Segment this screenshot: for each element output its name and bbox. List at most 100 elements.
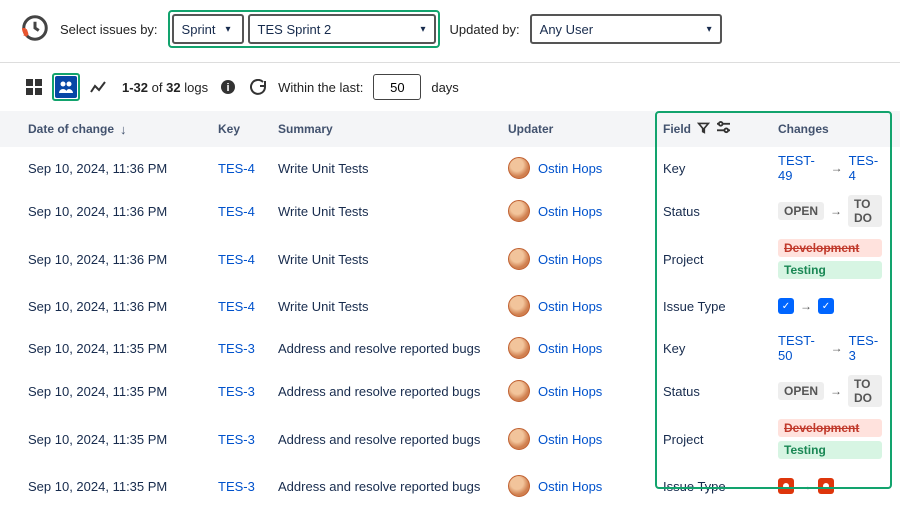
cell-field: Status [663,384,778,399]
chart-view-button[interactable] [84,73,112,101]
cell-updater: Ostin Hops [508,380,663,402]
updater-link[interactable]: Ostin Hops [538,161,602,176]
cell-date: Sep 10, 2024, 11:36 PM [28,299,218,314]
issue-key-link[interactable]: TES-4 [218,252,255,267]
chevron-down-icon: ▾ [421,24,426,35]
scope-highlight: Sprint ▾ TES Sprint 2 ▾ [168,10,440,48]
cell-summary: Address and resolve reported bugs [278,432,508,447]
cell-key: TES-3 [218,384,278,399]
task-icon: ✓ [778,298,794,314]
chevron-down-icon: ▾ [707,24,712,35]
updater-link[interactable]: Ostin Hops [538,341,602,356]
bug-icon [818,478,834,494]
table-row: Sep 10, 2024, 11:35 PM TES-3 Address and… [0,465,900,507]
grid-view-button[interactable] [20,73,48,101]
refresh-icon[interactable] [248,77,268,97]
cell-changes: → [778,478,882,494]
table-row: Sep 10, 2024, 11:36 PM TES-4 Write Unit … [0,189,900,233]
cell-field: Project [663,252,778,267]
column-date[interactable]: Date of change ↓ [28,122,218,137]
scope-value-text: TES Sprint 2 [258,22,332,37]
project-from-badge: Development [778,239,882,257]
cell-updater: Ostin Hops [508,428,663,450]
issue-key-link[interactable]: TES-4 [218,204,255,219]
arrow-icon: → [800,299,812,313]
cell-changes: OPEN→TO DO [778,375,882,407]
cell-updater: Ostin Hops [508,295,663,317]
info-icon[interactable]: i [218,77,238,97]
issue-key-link[interactable]: TES-4 [218,161,255,176]
column-date-label: Date of change [28,122,114,136]
updater-link[interactable]: Ostin Hops [538,479,602,494]
count-range: 1-32 [122,80,148,95]
avatar [508,380,530,402]
to-key-link[interactable]: TES-4 [849,153,882,183]
avatar [508,295,530,317]
cell-updater: Ostin Hops [508,157,663,179]
updated-by-select[interactable]: Any User ▾ [530,14,722,44]
from-key-link[interactable]: TEST-50 [778,333,825,363]
cell-date: Sep 10, 2024, 11:36 PM [28,252,218,267]
updater-link[interactable]: Ostin Hops [538,299,602,314]
updated-by-label: Updated by: [450,22,520,37]
issue-key-link[interactable]: TES-3 [218,479,255,494]
cell-updater: Ostin Hops [508,337,663,359]
column-field-label: Field [663,122,691,136]
cell-summary: Address and resolve reported bugs [278,479,508,494]
to-key-link[interactable]: TES-3 [849,333,882,363]
column-changes[interactable]: Changes [778,122,882,136]
cell-key: TES-4 [218,299,278,314]
cell-changes: TEST-50→TES-3 [778,333,882,363]
cell-summary: Write Unit Tests [278,252,508,267]
scope-value-select[interactable]: TES Sprint 2 ▾ [248,14,436,44]
avatar [508,337,530,359]
issue-key-link[interactable]: TES-3 [218,384,255,399]
cell-updater: Ostin Hops [508,200,663,222]
cell-date: Sep 10, 2024, 11:35 PM [28,432,218,447]
people-view-button[interactable] [52,73,80,101]
avatar [508,248,530,270]
log-table: Date of change ↓ Key Summary Updater Fie… [0,111,900,507]
cell-field: Status [663,204,778,219]
scope-type-value: Sprint [182,22,216,37]
view-switcher [20,73,112,101]
count-suffix: logs [184,80,208,95]
days-input[interactable] [373,74,421,100]
settings-icon[interactable] [716,121,731,137]
table-row: Sep 10, 2024, 11:35 PM TES-3 Address and… [0,369,900,413]
cell-date: Sep 10, 2024, 11:36 PM [28,204,218,219]
task-icon: ✓ [818,298,834,314]
from-key-link[interactable]: TEST-49 [778,153,825,183]
issue-key-link[interactable]: TES-3 [218,341,255,356]
column-summary[interactable]: Summary [278,122,508,136]
updater-link[interactable]: Ostin Hops [538,384,602,399]
chevron-down-icon: ▾ [226,24,231,35]
count-of: of [152,80,163,95]
issue-key-link[interactable]: TES-4 [218,299,255,314]
issue-key-link[interactable]: TES-3 [218,432,255,447]
svg-text:i: i [227,82,230,94]
column-updater[interactable]: Updater [508,122,663,136]
cell-changes: OPEN→TO DO [778,195,882,227]
updater-link[interactable]: Ostin Hops [538,432,602,447]
log-count: 1-32 of 32 logs [122,80,208,95]
cell-date: Sep 10, 2024, 11:35 PM [28,384,218,399]
updater-link[interactable]: Ostin Hops [538,204,602,219]
scope-type-select[interactable]: Sprint ▾ [172,14,244,44]
toolbar: 1-32 of 32 logs i Within the last: days [0,63,900,111]
column-field[interactable]: Field [663,121,778,137]
cell-summary: Address and resolve reported bugs [278,341,508,356]
filter-icon[interactable] [697,121,710,137]
cell-key: TES-4 [218,204,278,219]
table-header: Date of change ↓ Key Summary Updater Fie… [0,111,900,147]
cell-changes: TEST-49→TES-4 [778,153,882,183]
column-key[interactable]: Key [218,122,278,136]
cell-summary: Write Unit Tests [278,299,508,314]
table-row: Sep 10, 2024, 11:36 PM TES-4 Write Unit … [0,147,900,189]
arrow-icon: → [830,384,842,398]
sort-desc-icon: ↓ [120,122,127,137]
cell-date: Sep 10, 2024, 11:36 PM [28,161,218,176]
avatar [508,428,530,450]
table-row: Sep 10, 2024, 11:35 PM TES-3 Address and… [0,413,900,465]
updater-link[interactable]: Ostin Hops [538,252,602,267]
